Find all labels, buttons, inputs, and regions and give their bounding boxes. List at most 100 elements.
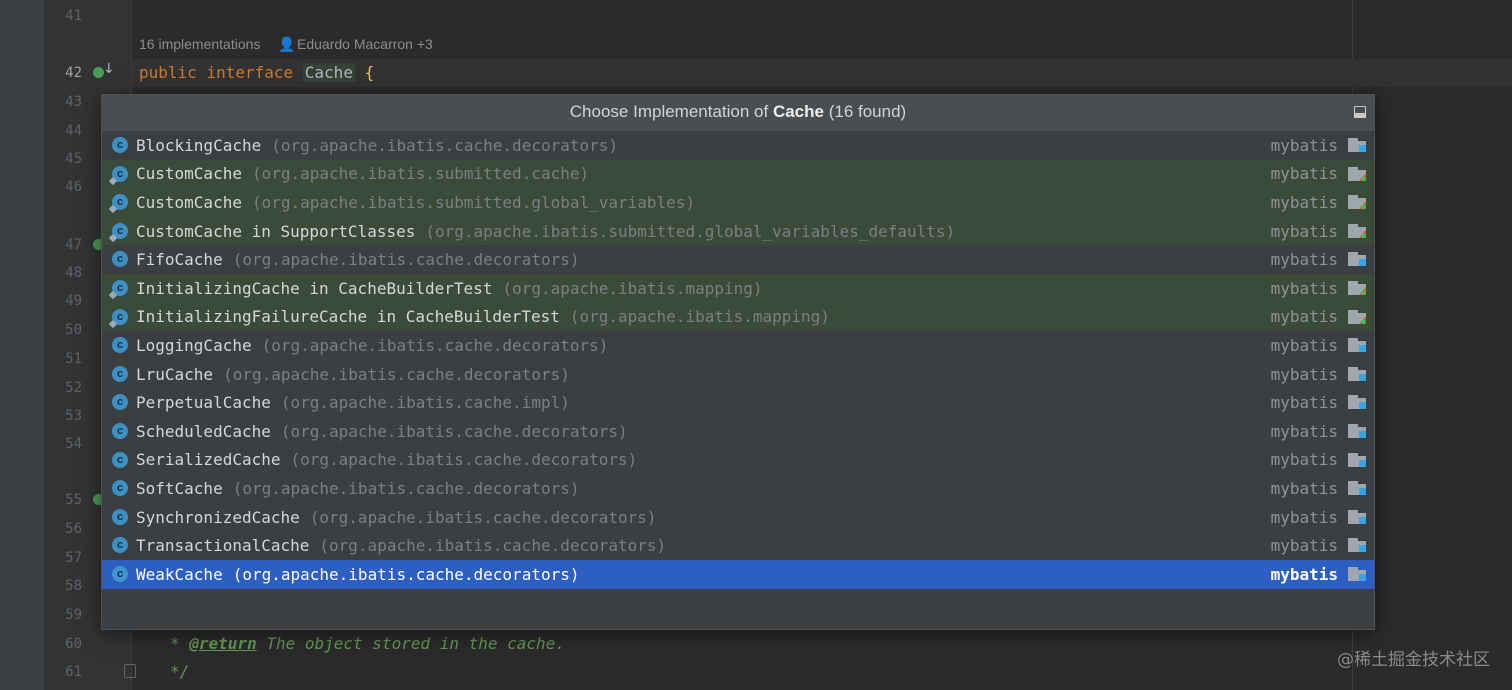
implementation-item[interactable]: c CustomCache (org.apache.ibatis.submitted… <box>102 188 1374 217</box>
popup-header: Choose Implementation of Cache (16 found… <box>102 95 1374 131</box>
go-to-implementation-arrow-icon[interactable]: ↓ <box>103 61 115 77</box>
open-brace: { <box>364 63 375 82</box>
module-name: mybatis <box>1270 564 1338 584</box>
class-name: CustomCache in SupportClasses <box>136 221 416 241</box>
module-name: mybatis <box>1270 364 1338 384</box>
line-number: 46 <box>65 179 82 195</box>
package-name: (org.apache.ibatis.cache.decorators) <box>232 250 580 270</box>
line-number: 48 <box>65 265 82 281</box>
implementation-label: PerpetualCache (org.apache.ibatis.cache.i… <box>136 393 570 412</box>
tool-window-strip <box>0 0 44 690</box>
line-number: 52 <box>65 380 82 396</box>
test-module-icon <box>1348 280 1366 295</box>
line-number: 51 <box>65 351 82 367</box>
class-name: SynchronizedCache <box>136 507 300 527</box>
open-in-find-window-icon[interactable] <box>1354 106 1366 118</box>
class-name: ScheduledCache <box>136 421 271 441</box>
line-number: 60 <box>65 636 82 652</box>
package-name: (org.apache.ibatis.cache.decorators) <box>309 507 657 527</box>
package-name: (org.apache.ibatis.cache.decorators) <box>319 536 667 556</box>
implementation-label: CustomCache (org.apache.ibatis.submitted.… <box>136 193 695 212</box>
line-number: 49 <box>65 293 82 309</box>
implementations-count[interactable]: 16 implementations <box>139 36 260 52</box>
module-icon <box>1348 252 1366 267</box>
implementation-item[interactable]: c SynchronizedCache (org.apache.ibatis.cac… <box>102 503 1374 532</box>
fold-icon[interactable] <box>124 664 136 678</box>
module-name: mybatis <box>1270 278 1338 298</box>
implementation-item[interactable]: c FifoCache (org.apache.ibatis.cache.decor… <box>102 245 1374 274</box>
implementation-item[interactable]: c PerpetualCache (org.apache.ibatis.cache.… <box>102 388 1374 417</box>
class-name: CustomCache <box>136 164 242 184</box>
module-name: mybatis <box>1270 536 1338 556</box>
line-number: 41 <box>65 8 82 24</box>
implementation-label: FifoCache (org.apache.ibatis.cache.decora… <box>136 250 579 269</box>
class-icon: c <box>112 394 128 411</box>
implementation-item[interactable]: c InitializingFailureCache in CacheBuilde… <box>102 302 1374 332</box>
implementation-label: ScheduledCache (org.apache.ibatis.cache.d… <box>136 422 628 441</box>
class-name: InitializingCache in CacheBuilderTest <box>136 278 493 298</box>
class-name: BlockingCache <box>136 135 262 155</box>
class-icon: c <box>112 537 128 554</box>
choose-implementation-popup: Choose Implementation of Cache (16 found… <box>101 94 1375 630</box>
line-number: 55 <box>65 492 82 508</box>
code-vision-hint[interactable]: 16 implementations 👤 Eduardo Macarron +3 <box>139 36 433 53</box>
class-icon: c <box>112 137 128 153</box>
implementation-label: SoftCache (org.apache.ibatis.cache.decora… <box>136 479 579 498</box>
implementation-label: SynchronizedCache (org.apache.ibatis.cach… <box>136 508 657 527</box>
implementation-item[interactable]: c CustomCache in SupportClasses (org.apach… <box>102 216 1374 246</box>
implementation-label: CustomCache (org.apache.ibatis.submitted.… <box>136 164 589 183</box>
class-icon: c <box>112 508 128 525</box>
class-name: PerpetualCache <box>136 393 271 413</box>
implementation-item[interactable]: c SoftCache (org.apache.ibatis.cache.decor… <box>102 474 1374 503</box>
module-name: mybatis <box>1270 307 1338 327</box>
doc-comment-close: */ <box>170 662 190 681</box>
author-hint[interactable]: Eduardo Macarron +3 <box>297 36 433 52</box>
module-icon <box>1348 395 1366 410</box>
package-name: (org.apache.ibatis.cache.decorators) <box>232 478 580 498</box>
implementation-item[interactable]: c CustomCache (org.apache.ibatis.submitted… <box>102 159 1374 189</box>
implementation-item[interactable]: c LoggingCache (org.apache.ibatis.cache.de… <box>102 331 1374 360</box>
line-number: 56 <box>65 521 82 537</box>
implementation-item[interactable]: c LruCache (org.apache.ibatis.cache.decora… <box>102 360 1374 389</box>
line-number: 50 <box>65 322 82 338</box>
interface-name[interactable]: Cache <box>302 63 355 82</box>
implementation-item[interactable]: c WeakCache (org.apache.ibatis.cache.decor… <box>102 559 1374 589</box>
module-name: mybatis <box>1270 335 1338 355</box>
class-icon: c <box>112 422 128 439</box>
package-name: (org.apache.ibatis.cache.decorators) <box>223 364 570 384</box>
package-name: (org.apache.ibatis.submitted.cache) <box>251 164 590 184</box>
package-name: (org.apache.ibatis.cache.decorators) <box>271 135 619 155</box>
module-name: mybatis <box>1270 250 1338 270</box>
class-icon: c <box>112 251 128 268</box>
package-name: (org.apache.ibatis.submitted.global_vari… <box>251 192 696 212</box>
module-name: mybatis <box>1270 221 1338 241</box>
implementation-label: SerializedCache (org.apache.ibatis.cache.… <box>136 450 637 469</box>
implementation-item[interactable]: c TransactionalCache (org.apache.ibatis.ca… <box>102 531 1374 560</box>
test-module-icon <box>1348 223 1366 238</box>
doc-return-text: The object stored in the cache. <box>256 634 565 653</box>
class-icon: c <box>112 451 128 468</box>
module-icon <box>1348 538 1366 553</box>
module-icon <box>1348 366 1366 381</box>
class-icon: c <box>112 365 128 382</box>
doc-prefix: * <box>170 634 190 653</box>
doc-return-tag[interactable]: @return <box>189 634 256 653</box>
person-icon: 👤 <box>278 36 296 52</box>
class-icon: c <box>112 480 128 497</box>
package-name: (org.apache.ibatis.submitted.global_vari… <box>425 221 956 241</box>
class-icon: c <box>112 337 128 354</box>
line-number: 45 <box>65 151 82 167</box>
implementation-item[interactable]: c BlockingCache (org.apache.ibatis.cache.d… <box>102 131 1374 160</box>
module-name: mybatis <box>1270 135 1338 155</box>
class-name: LruCache <box>136 364 214 384</box>
implementation-item[interactable]: c InitializingCache in CacheBuilderTest (o… <box>102 273 1374 303</box>
implementation-item[interactable]: c ScheduledCache (org.apache.ibatis.cache.… <box>102 417 1374 446</box>
module-icon <box>1348 481 1366 496</box>
class-name: SoftCache <box>136 478 223 498</box>
module-icon <box>1348 338 1366 353</box>
class-name: LoggingCache <box>136 335 252 355</box>
implementation-label: WeakCache (org.apache.ibatis.cache.decora… <box>136 565 579 584</box>
module-name: mybatis <box>1270 164 1338 184</box>
implementation-item[interactable]: c SerializedCache (org.apache.ibatis.cache… <box>102 446 1374 475</box>
line-number: 42 <box>65 65 82 81</box>
